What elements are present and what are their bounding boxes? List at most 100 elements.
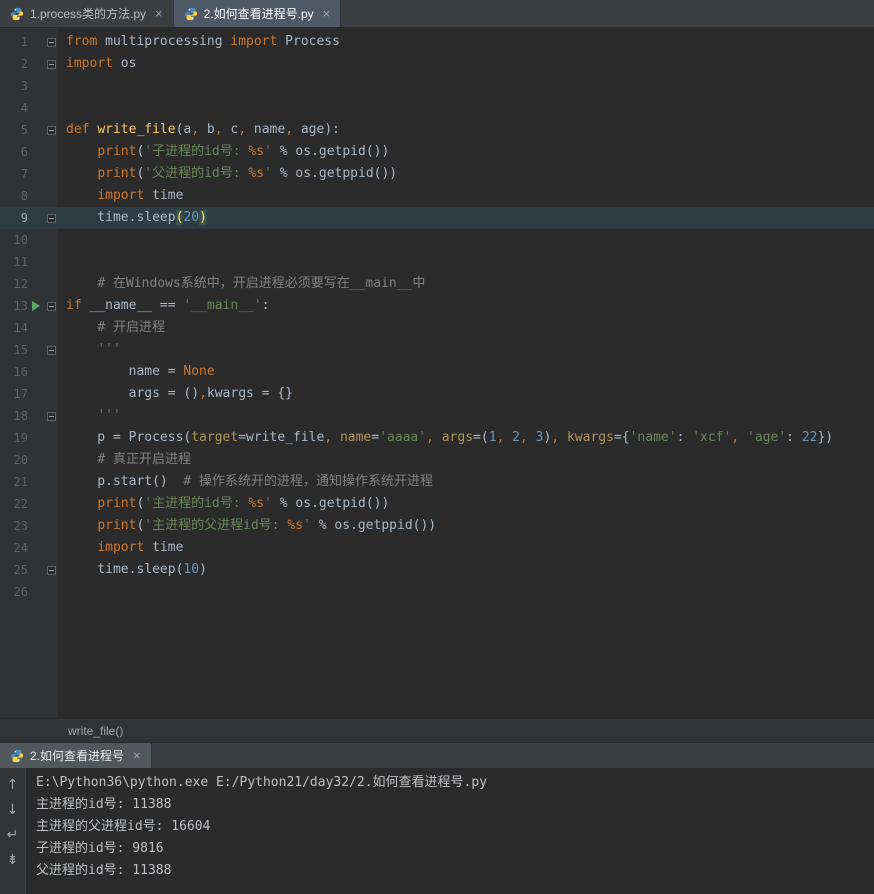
gutter[interactable]: 23 (0, 515, 58, 537)
run-tab[interactable]: 2.如何查看进程号 × (0, 743, 152, 768)
gutter[interactable]: 25 (0, 559, 58, 581)
python-run-icon (10, 749, 24, 762)
code-text: args = (),kwargs = {} (66, 386, 293, 401)
code-line[interactable]: 8 import time (0, 185, 874, 207)
code-line[interactable]: 4 (0, 97, 874, 119)
code-line[interactable]: 25 time.sleep(10) (0, 559, 874, 581)
scroll-down-icon[interactable]: ↓ (4, 801, 22, 819)
scroll-to-end-icon[interactable]: ⇟ (4, 851, 22, 869)
code-line[interactable]: 17 args = (),kwargs = {} (0, 383, 874, 405)
close-icon[interactable]: × (133, 749, 141, 762)
gutter[interactable]: 16 (0, 361, 58, 383)
gutter[interactable]: 4 (0, 97, 58, 119)
fold-marker-icon[interactable] (46, 59, 56, 69)
line-number: 13 (13, 299, 28, 313)
soft-wrap-icon[interactable]: ↵ (4, 826, 22, 844)
gutter[interactable]: 20 (0, 449, 58, 471)
scroll-up-icon[interactable]: ↑ (4, 776, 22, 794)
python-file-icon (10, 7, 24, 20)
line-number: 23 (13, 519, 28, 533)
gutter[interactable]: 6 (0, 141, 58, 163)
code-line[interactable]: 24 import time (0, 537, 874, 559)
line-number: 12 (13, 277, 28, 291)
gutter[interactable]: 10 (0, 229, 58, 251)
code-line[interactable]: 11 (0, 251, 874, 273)
run-arrow-icon[interactable] (32, 301, 40, 311)
gutter[interactable]: 26 (0, 581, 58, 603)
line-number: 25 (13, 563, 28, 577)
code-line[interactable]: 21 p.start() # 操作系统开的进程，通知操作系统开进程 (0, 471, 874, 493)
code-line[interactable]: 13 if __name__ == '__main__': (0, 295, 874, 317)
code-text: ''' (97, 342, 121, 357)
code-text: p = Process(target=write_file, name='aaa… (66, 430, 834, 445)
code-line[interactable]: 9 time.sleep(20) (0, 207, 874, 229)
gutter[interactable]: 8 (0, 185, 58, 207)
code-line[interactable]: 5 def write_file(a, b, c, name, age): (0, 119, 874, 141)
code-line[interactable]: 18 ''' (0, 405, 874, 427)
tab-label: 2.如何查看进程号.py (203, 7, 314, 21)
line-number: 1 (20, 35, 28, 49)
gutter[interactable]: 12 (0, 273, 58, 295)
gutter[interactable]: 3 (0, 75, 58, 97)
gutter[interactable]: 21 (0, 471, 58, 493)
line-number: 26 (13, 585, 28, 599)
fold-marker-icon[interactable] (46, 301, 56, 311)
gutter[interactable]: 13 (0, 295, 58, 317)
code-line[interactable]: 16 name = None (0, 361, 874, 383)
code-line[interactable]: 10 (0, 229, 874, 251)
fold-marker-icon[interactable] (46, 125, 56, 135)
gutter[interactable]: 7 (0, 163, 58, 185)
code-line[interactable]: 23 print('主进程的父进程id号: %s' % os.getppid()… (0, 515, 874, 537)
gutter[interactable]: 11 (0, 251, 58, 273)
line-number: 14 (13, 321, 28, 335)
code-line[interactable]: 6 print('子进程的id号: %s' % os.getpid()) (0, 141, 874, 163)
tab-view-process-id[interactable]: 2.如何查看进程号.py × (173, 0, 342, 27)
fold-marker-icon[interactable] (46, 213, 56, 223)
close-icon[interactable]: × (155, 7, 163, 20)
console-output[interactable]: E:\Python36\python.exe E:/Python21/day32… (26, 768, 874, 894)
line-number: 19 (13, 431, 28, 445)
code-line[interactable]: 22 print('主进程的id号: %s' % os.getpid()) (0, 493, 874, 515)
gutter[interactable]: 14 (0, 317, 58, 339)
gutter[interactable]: 18 (0, 405, 58, 427)
code-text: # 开启进程 (97, 320, 165, 335)
fold-marker-icon[interactable] (46, 411, 56, 421)
code-line[interactable]: 2 import os (0, 53, 874, 75)
code-line[interactable]: 26 (0, 581, 874, 603)
code-line[interactable]: 7 print('父进程的id号: %s' % os.getppid()) (0, 163, 874, 185)
code-line[interactable]: 3 (0, 75, 874, 97)
gutter[interactable]: 19 (0, 427, 58, 449)
fold-marker-icon[interactable] (46, 345, 56, 355)
breadcrumb-label: write_file() (68, 723, 124, 738)
code-line[interactable]: 15 ''' (0, 339, 874, 361)
gutter[interactable]: 2 (0, 53, 58, 75)
gutter[interactable]: 9 (0, 207, 58, 229)
console-line: 子进程的id号: 9816 (36, 841, 164, 856)
line-number: 3 (20, 79, 28, 93)
gutter[interactable]: 22 (0, 493, 58, 515)
fold-marker-icon[interactable] (46, 565, 56, 575)
code-text: ''' (97, 408, 121, 423)
gutter[interactable]: 1 (0, 31, 58, 53)
gutter[interactable]: 15 (0, 339, 58, 361)
code-text: name = None (66, 364, 215, 379)
code-text: def write_file(a, b, c, name, age): (66, 122, 340, 137)
gutter[interactable]: 5 (0, 119, 58, 141)
code-line[interactable]: 19 p = Process(target=write_file, name='… (0, 427, 874, 449)
code-editor[interactable]: 1 from multiprocessing import Process 2 imp… (0, 28, 874, 718)
tab-process-methods[interactable]: 1.process类的方法.py × (0, 0, 174, 27)
ide-window: 1.process类的方法.py × 2.如何查看进程号.py × 1 from … (0, 0, 874, 894)
code-line[interactable]: 14 # 开启进程 (0, 317, 874, 339)
line-number: 17 (13, 387, 28, 401)
code-line[interactable]: 12 # 在Windows系统中，开启进程必须要写在__main__中 (0, 273, 874, 295)
fold-marker-icon[interactable] (46, 37, 56, 47)
close-icon[interactable]: × (323, 7, 331, 20)
code-line[interactable]: 20 # 真正开启进程 (0, 449, 874, 471)
gutter[interactable]: 24 (0, 537, 58, 559)
gutter[interactable]: 17 (0, 383, 58, 405)
line-number: 7 (20, 167, 28, 181)
code-line[interactable]: 1 from multiprocessing import Process (0, 31, 874, 53)
breadcrumb[interactable]: write_file() (0, 718, 874, 742)
